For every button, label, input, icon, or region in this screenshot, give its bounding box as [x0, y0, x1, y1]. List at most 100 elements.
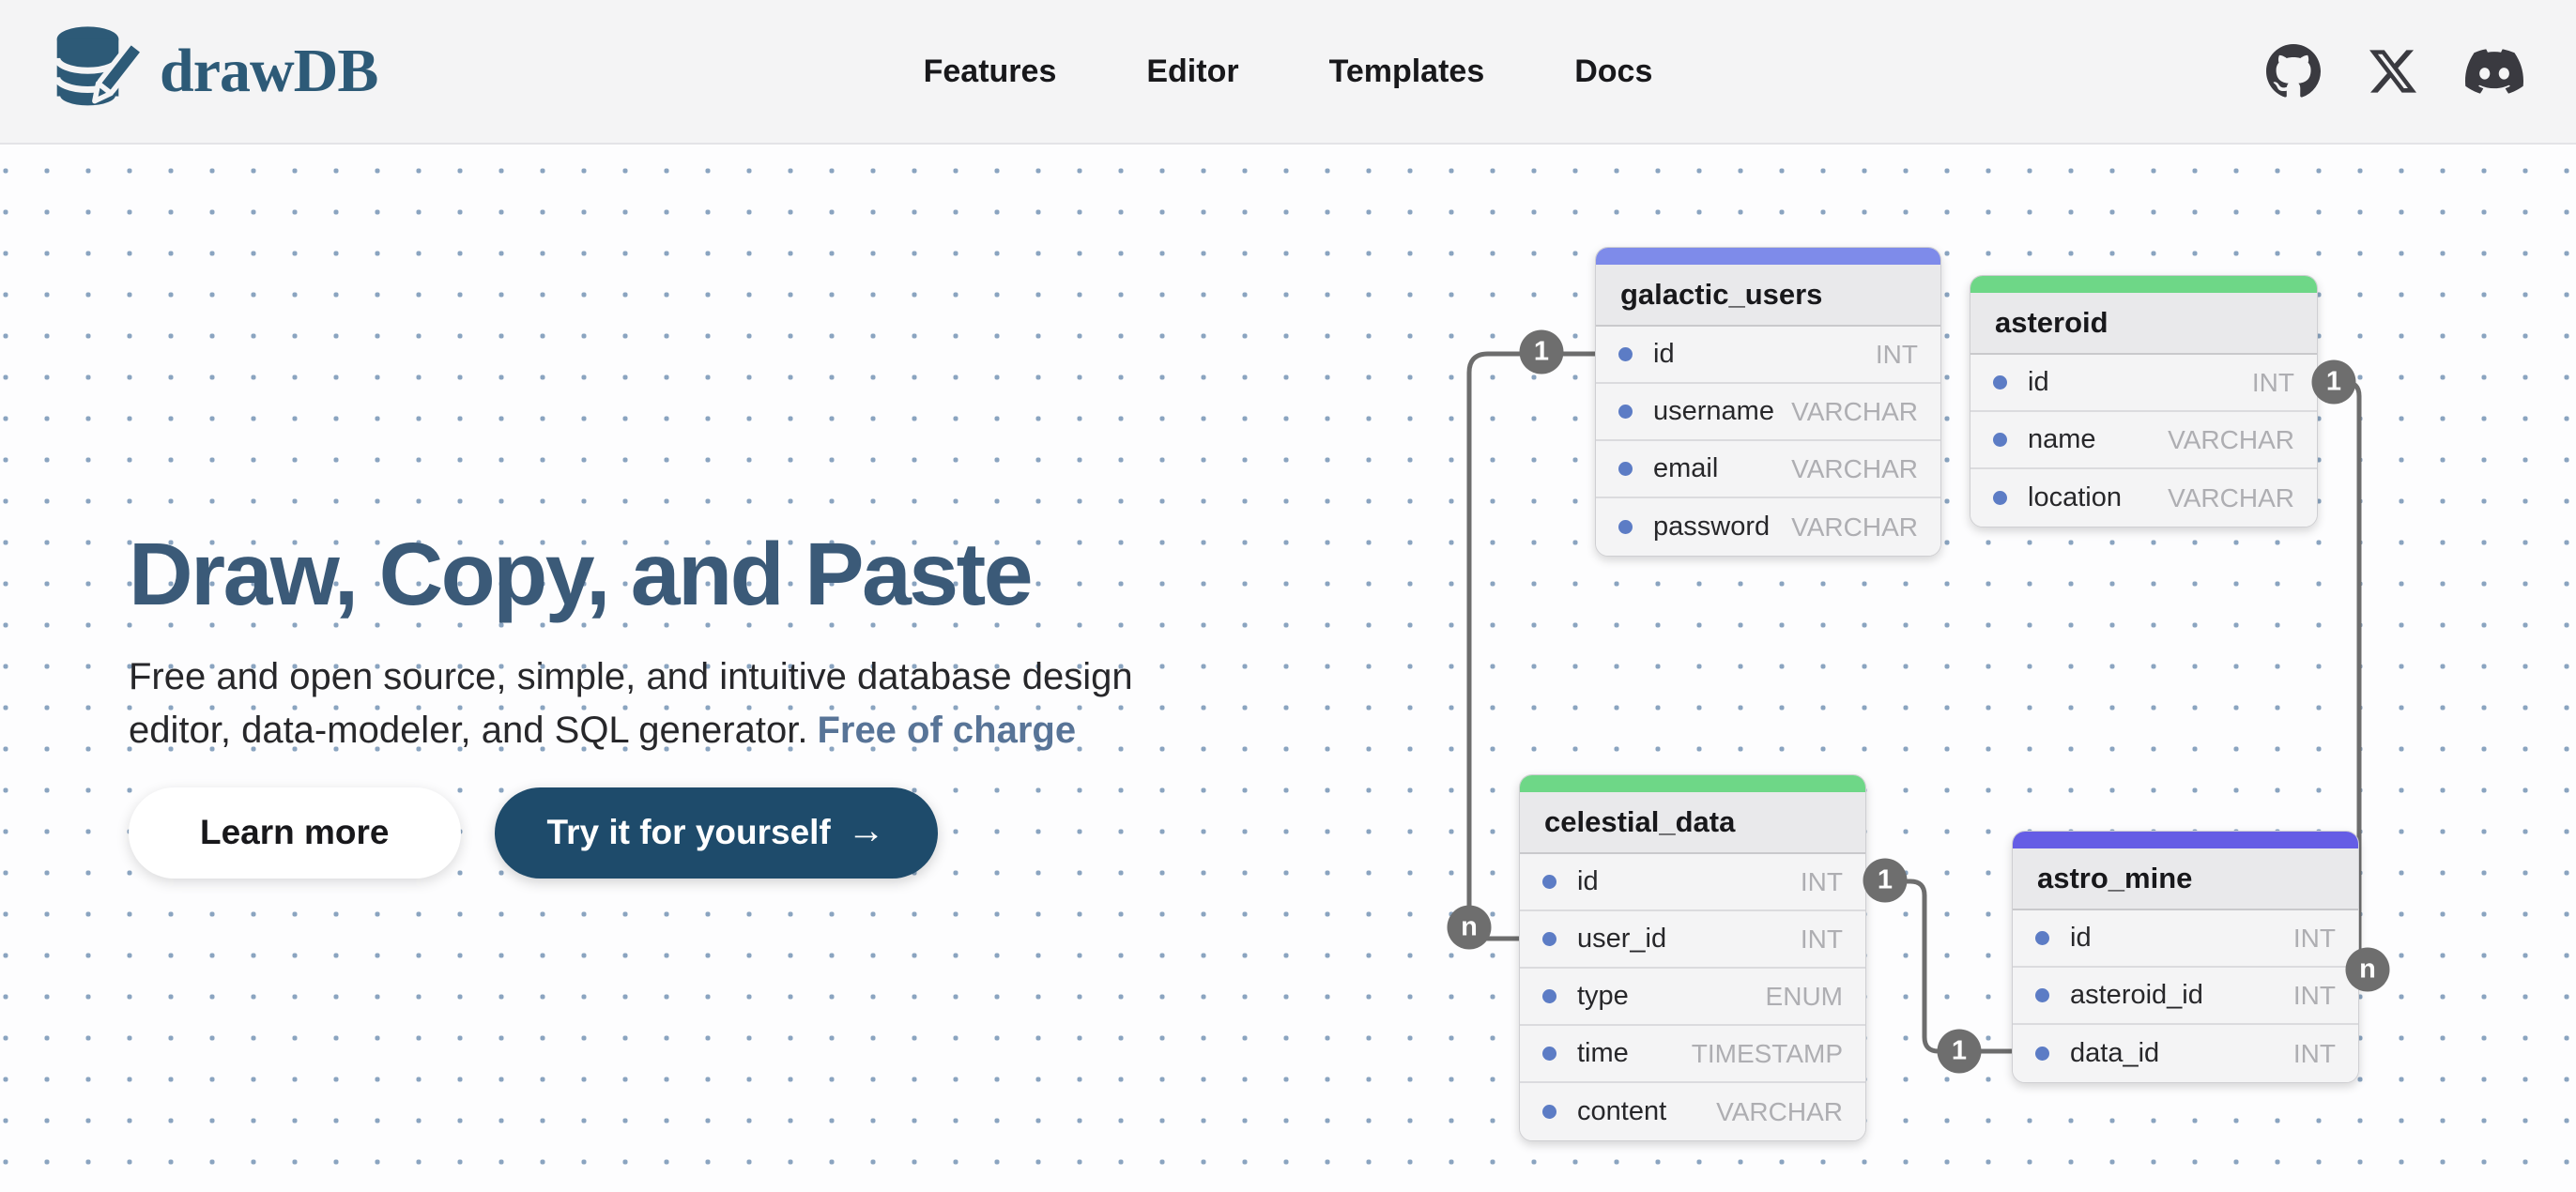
hero-buttons: Learn more Try it for yourself → [129, 787, 1236, 879]
main-nav: Features Editor Templates Docs [924, 0, 1653, 143]
page-title: Draw, Copy, and Paste [129, 526, 1236, 624]
table-row[interactable]: content VARCHAR [1520, 1083, 1865, 1140]
table-title: celestial_data [1520, 792, 1865, 854]
top-navbar: drawDB Features Editor Templates Docs [0, 0, 2576, 145]
drawdb-logo-icon [53, 20, 146, 123]
cardinality-badge: 1 [1863, 859, 1908, 903]
table-card-astro-mine[interactable]: astro_mine id INT asteroid_id INT data_i… [2012, 831, 2359, 1083]
field-name: location [2028, 482, 2122, 513]
cardinality-badge: n [2346, 948, 2390, 992]
field-type: VARCHAR [1791, 454, 1918, 484]
field-dot-icon [1618, 462, 1633, 476]
table-card-galactic-users[interactable]: galactic_users id INT username VARCHAR e… [1595, 247, 1941, 557]
relationship-line-celestial-astro[interactable] [1866, 881, 2012, 1051]
field-name: user_id [1577, 924, 1666, 955]
field-type: TIMESTAMP [1692, 1039, 1843, 1069]
learn-more-button[interactable]: Learn more [129, 787, 461, 879]
nav-link-docs[interactable]: Docs [1574, 53, 1652, 90]
nav-link-features[interactable]: Features [924, 53, 1057, 90]
field-type: VARCHAR [1716, 1097, 1843, 1127]
field-name: name [2028, 424, 2096, 455]
field-dot-icon [1993, 491, 2007, 505]
nav-link-templates[interactable]: Templates [1329, 53, 1485, 90]
cardinality-badge: 1 [2312, 360, 2356, 405]
field-dot-icon [1618, 347, 1633, 361]
field-dot-icon [1618, 405, 1633, 419]
field-type: ENUM [1766, 982, 1843, 1012]
field-name: id [1577, 866, 1599, 897]
table-row[interactable]: email VARCHAR [1596, 441, 1940, 498]
field-name: id [2028, 367, 2049, 398]
field-name: email [1653, 453, 1718, 484]
brand-name: drawDB [160, 36, 377, 107]
try-it-label: Try it for yourself [547, 813, 831, 852]
field-name: time [1577, 1038, 1629, 1069]
field-dot-icon [2035, 1047, 2049, 1061]
field-type: INT [1876, 340, 1918, 370]
social-links [2266, 42, 2523, 100]
field-type: INT [2293, 981, 2336, 1011]
nav-link-editor[interactable]: Editor [1146, 53, 1238, 90]
cardinality-badge: 1 [1520, 330, 1564, 374]
x-icon[interactable] [2369, 48, 2416, 95]
table-row[interactable]: asteroid_id INT [2013, 968, 2358, 1025]
try-it-button[interactable]: Try it for yourself → [495, 787, 938, 879]
cardinality-badge: n [1448, 906, 1492, 950]
table-accent-strip [1970, 276, 2317, 293]
field-type: VARCHAR [1791, 512, 1918, 543]
field-type: VARCHAR [1791, 397, 1918, 427]
field-type: VARCHAR [2168, 425, 2294, 455]
table-row[interactable]: username VARCHAR [1596, 384, 1940, 441]
field-dot-icon [1542, 989, 1556, 1003]
table-row[interactable]: user_id INT [1520, 911, 1865, 969]
discord-icon[interactable] [2465, 42, 2523, 100]
field-name: type [1577, 981, 1629, 1012]
field-type: VARCHAR [2168, 483, 2294, 513]
table-card-celestial-data[interactable]: celestial_data id INT user_id INT type E… [1519, 774, 1866, 1141]
field-type: INT [2252, 368, 2294, 398]
field-type: INT [2293, 924, 2336, 954]
github-icon[interactable] [2266, 44, 2321, 99]
field-name: id [2070, 923, 2092, 954]
table-card-asteroid[interactable]: asteroid id INT name VARCHAR location VA… [1970, 275, 2318, 527]
table-row[interactable]: password VARCHAR [1596, 498, 1940, 556]
field-dot-icon [1618, 520, 1633, 534]
field-name: password [1653, 512, 1770, 543]
field-type: INT [1801, 867, 1843, 897]
field-dot-icon [1542, 875, 1556, 889]
table-accent-strip [2013, 832, 2358, 848]
table-row[interactable]: id INT [1596, 327, 1940, 384]
diagram-canvas[interactable]: Draw, Copy, and Paste Free and open sour… [0, 145, 2576, 1192]
field-type: INT [2293, 1039, 2336, 1069]
table-row[interactable]: data_id INT [2013, 1025, 2358, 1082]
table-row[interactable]: location VARCHAR [1970, 469, 2317, 527]
table-row[interactable]: type ENUM [1520, 969, 1865, 1026]
free-of-charge-link[interactable]: Free of charge [817, 710, 1076, 751]
cardinality-badge: 1 [1938, 1030, 1982, 1074]
table-title: asteroid [1970, 293, 2317, 355]
field-name: content [1577, 1096, 1666, 1127]
hero-section: Draw, Copy, and Paste Free and open sour… [129, 526, 1236, 879]
table-accent-strip [1520, 775, 1865, 792]
field-name: id [1653, 339, 1675, 370]
table-row[interactable]: id INT [1520, 854, 1865, 911]
field-dot-icon [1542, 1047, 1556, 1061]
table-row[interactable]: time TIMESTAMP [1520, 1026, 1865, 1083]
field-dot-icon [2035, 931, 2049, 945]
brand-logo[interactable]: drawDB [53, 20, 377, 123]
table-row[interactable]: id INT [1970, 355, 2317, 412]
table-title: galactic_users [1596, 265, 1940, 327]
table-title: astro_mine [2013, 848, 2358, 910]
table-accent-strip [1596, 248, 1940, 265]
field-dot-icon [2035, 988, 2049, 1002]
field-type: INT [1801, 925, 1843, 955]
field-dot-icon [1542, 932, 1556, 946]
field-dot-icon [1993, 433, 2007, 447]
field-name: asteroid_id [2070, 980, 2203, 1011]
table-row[interactable]: id INT [2013, 910, 2358, 968]
hero-subtitle: Free and open source, simple, and intuit… [129, 650, 1138, 757]
table-row[interactable]: name VARCHAR [1970, 412, 2317, 469]
field-name: data_id [2070, 1038, 2159, 1069]
field-name: username [1653, 396, 1774, 427]
arrow-right-icon: → [848, 810, 885, 852]
